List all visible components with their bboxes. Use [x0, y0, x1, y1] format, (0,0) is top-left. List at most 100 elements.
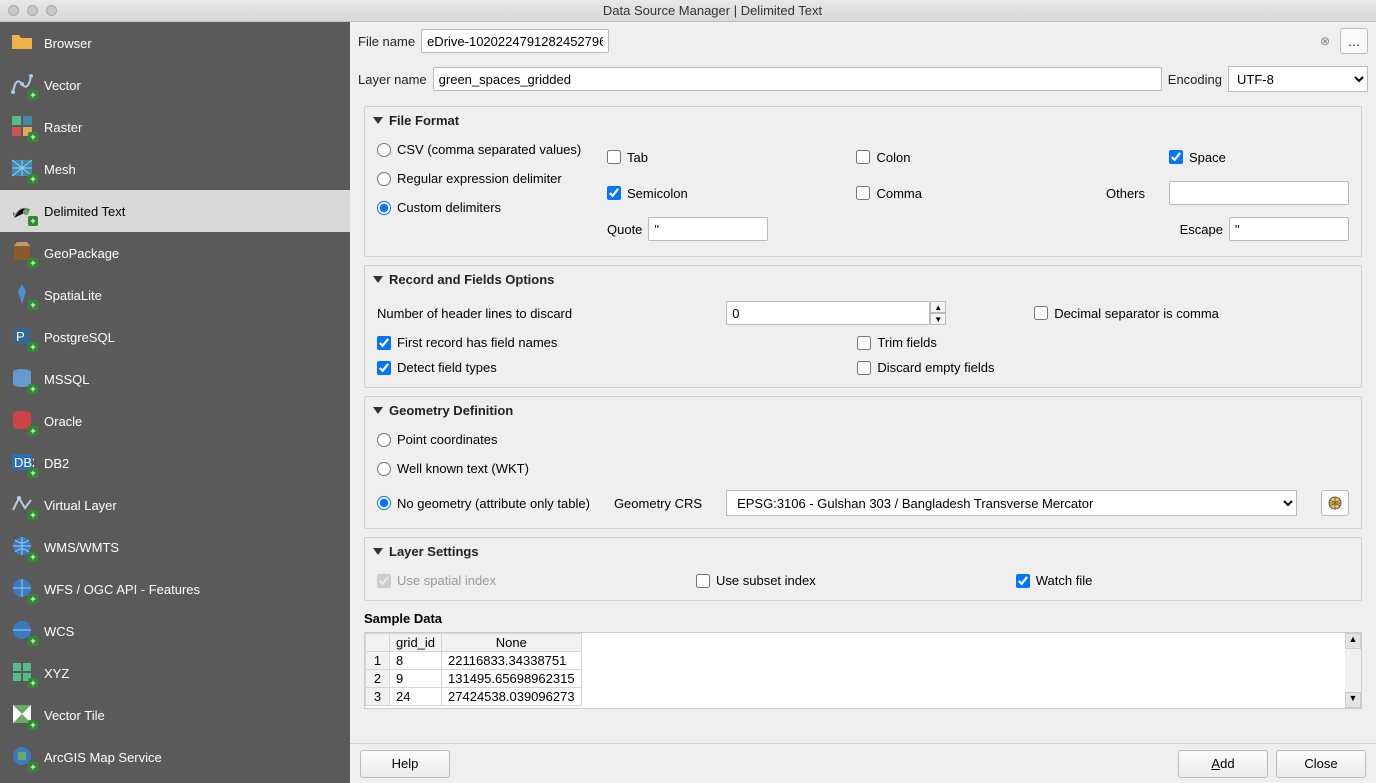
space-checkbox[interactable]: Space	[1169, 150, 1349, 165]
sidebar-item-label: WMS/WMTS	[44, 540, 119, 555]
spin-up[interactable]: ▲	[930, 301, 946, 313]
csv-radio[interactable]: CSV (comma separated values)	[377, 142, 587, 157]
sidebar-item-vector[interactable]: +Vector	[0, 64, 350, 106]
window-title: Data Source Manager | Delimited Text	[57, 3, 1368, 18]
sidebar-item-label: Browser	[44, 36, 92, 51]
sidebar-item-wfs-ogc-api-features[interactable]: +WFS / OGC API - Features	[0, 568, 350, 610]
detect-types-checkbox[interactable]: Detect field types	[377, 360, 557, 375]
table-row[interactable]: 1822116833.34338751	[366, 652, 582, 670]
sidebar-item-spatialite[interactable]: + SpatiaLite	[0, 274, 350, 316]
plus-badge-icon: +	[28, 426, 38, 436]
decimal-comma-checkbox[interactable]: Decimal separator is comma	[1034, 306, 1349, 321]
table-header: None	[442, 634, 582, 652]
file-format-header[interactable]: File Format	[365, 107, 1361, 134]
sidebar-item-vector-tile[interactable]: +Vector Tile	[0, 694, 350, 736]
header-lines-input[interactable]	[726, 301, 930, 325]
sidebar-item-arcgis-feature-service[interactable]: +ArcGIS Feature Service	[0, 778, 350, 783]
title-bar: Data Source Manager | Delimited Text	[0, 0, 1376, 22]
others-input[interactable]	[1169, 181, 1349, 205]
sidebar-item-oracle[interactable]: +Oracle	[0, 400, 350, 442]
chevron-down-icon	[373, 117, 383, 124]
escape-input[interactable]	[1229, 217, 1349, 241]
sidebar-item-mssql[interactable]: +MSSQL	[0, 358, 350, 400]
header-lines-label: Number of header lines to discard	[377, 306, 702, 321]
encoding-select[interactable]: UTF-8	[1228, 66, 1368, 92]
tab-checkbox[interactable]: Tab	[607, 150, 832, 165]
add-button[interactable]: Add	[1178, 750, 1268, 778]
chevron-down-icon	[373, 276, 383, 283]
layer-name-input[interactable]	[433, 67, 1162, 91]
sidebar-item-mesh[interactable]: +Mesh	[0, 148, 350, 190]
geometry-crs-select[interactable]: EPSG:3106 - Gulshan 303 / Bangladesh Tra…	[726, 490, 1297, 516]
colon-checkbox[interactable]: Colon	[856, 150, 1082, 165]
plus-badge-icon: +	[28, 384, 38, 394]
comma-checkbox[interactable]: Comma	[856, 186, 1082, 201]
sidebar-item-virtual-layer[interactable]: + Virtual Layer	[0, 484, 350, 526]
plus-badge-icon: +	[28, 552, 38, 562]
scroll-up-icon[interactable]: ▲	[1345, 633, 1361, 649]
geometry-header[interactable]: Geometry Definition	[365, 397, 1361, 424]
semicolon-checkbox[interactable]: Semicolon	[607, 186, 832, 201]
custom-radio[interactable]: Custom delimiters	[377, 200, 587, 215]
table-header: grid_id	[390, 634, 442, 652]
wkt-radio[interactable]: Well known text (WKT)	[377, 461, 1349, 476]
scroll-down-icon[interactable]: ▼	[1345, 692, 1361, 708]
plus-badge-icon: +	[28, 510, 38, 520]
regex-radio[interactable]: Regular expression delimiter	[377, 171, 587, 186]
sidebar-item-postgresql[interactable]: P+PostgreSQL	[0, 316, 350, 358]
plus-badge-icon: +	[28, 90, 38, 100]
plus-badge-icon: +	[28, 174, 38, 184]
sidebar-item-label: SpatiaLite	[44, 288, 102, 303]
escape-label: Escape	[1180, 222, 1223, 237]
plus-badge-icon: +	[28, 468, 38, 478]
no-geometry-radio[interactable]: No geometry (attribute only table)	[377, 496, 590, 511]
minimize-window-dot[interactable]	[27, 5, 38, 16]
table-row[interactable]: 32427424538.039096273	[366, 688, 582, 706]
sidebar-item-wcs[interactable]: +WCS	[0, 610, 350, 652]
file-name-input[interactable]	[421, 29, 609, 53]
spin-down[interactable]: ▼	[930, 313, 946, 325]
trim-fields-checkbox[interactable]: Trim fields	[857, 335, 994, 350]
sidebar-item-geopackage[interactable]: + GeoPackage	[0, 232, 350, 274]
sidebar-item-delimited-text[interactable]: ,+Delimited Text	[0, 190, 350, 232]
sample-scrollbar[interactable]: ▲ ▼	[1345, 633, 1361, 708]
plus-badge-icon: +	[28, 678, 38, 688]
sidebar-item-browser[interactable]: Browser	[0, 22, 350, 64]
window-controls[interactable]	[8, 5, 57, 16]
close-button[interactable]: Close	[1276, 750, 1366, 778]
plus-badge-icon: +	[28, 300, 38, 310]
zoom-window-dot[interactable]	[46, 5, 57, 16]
chevron-down-icon	[373, 407, 383, 414]
geometry-section: Geometry Definition Point coordinates We…	[364, 396, 1362, 529]
quote-input[interactable]	[648, 217, 768, 241]
subset-index-checkbox[interactable]: Use subset index	[696, 573, 816, 588]
plus-badge-icon: +	[28, 342, 38, 352]
sidebar-item-db2[interactable]: DB2+DB2	[0, 442, 350, 484]
sidebar-item-xyz[interactable]: +XYZ	[0, 652, 350, 694]
others-label: Others	[1106, 186, 1145, 201]
sidebar-item-wms-wmts[interactable]: + WMS/WMTS	[0, 526, 350, 568]
bottom-bar: Help Add Close	[350, 743, 1376, 783]
plus-badge-icon: +	[28, 258, 38, 268]
layer-settings-header[interactable]: Layer Settings	[365, 538, 1361, 565]
main-panel: File name ⊗ … Layer name Encoding UTF-8 …	[350, 22, 1376, 783]
close-window-dot[interactable]	[8, 5, 19, 16]
first-record-checkbox[interactable]: First record has field names	[377, 335, 557, 350]
clear-file-icon[interactable]: ⊗	[1320, 34, 1330, 48]
sidebar-item-arcgis-map-service[interactable]: +ArcGIS Map Service	[0, 736, 350, 778]
svg-text:P: P	[16, 329, 25, 344]
layer-settings-section: Layer Settings Use spatial index Use sub…	[364, 537, 1362, 601]
sidebar-item-raster[interactable]: +Raster	[0, 106, 350, 148]
discard-empty-checkbox[interactable]: Discard empty fields	[857, 360, 994, 375]
point-coords-radio[interactable]: Point coordinates	[377, 432, 1349, 447]
geometry-crs-label: Geometry CRS	[614, 496, 702, 511]
help-button[interactable]: Help	[360, 750, 450, 778]
record-fields-header[interactable]: Record and Fields Options	[365, 266, 1361, 293]
table-row[interactable]: 29131495.65698962315	[366, 670, 582, 688]
sidebar-item-label: GeoPackage	[44, 246, 119, 261]
browse-file-button[interactable]: …	[1340, 28, 1368, 54]
watch-file-checkbox[interactable]: Watch file	[1016, 573, 1093, 588]
record-fields-section: Record and Fields Options Number of head…	[364, 265, 1362, 388]
sidebar-item-label: Virtual Layer	[44, 498, 117, 513]
crs-picker-button[interactable]	[1321, 490, 1349, 516]
